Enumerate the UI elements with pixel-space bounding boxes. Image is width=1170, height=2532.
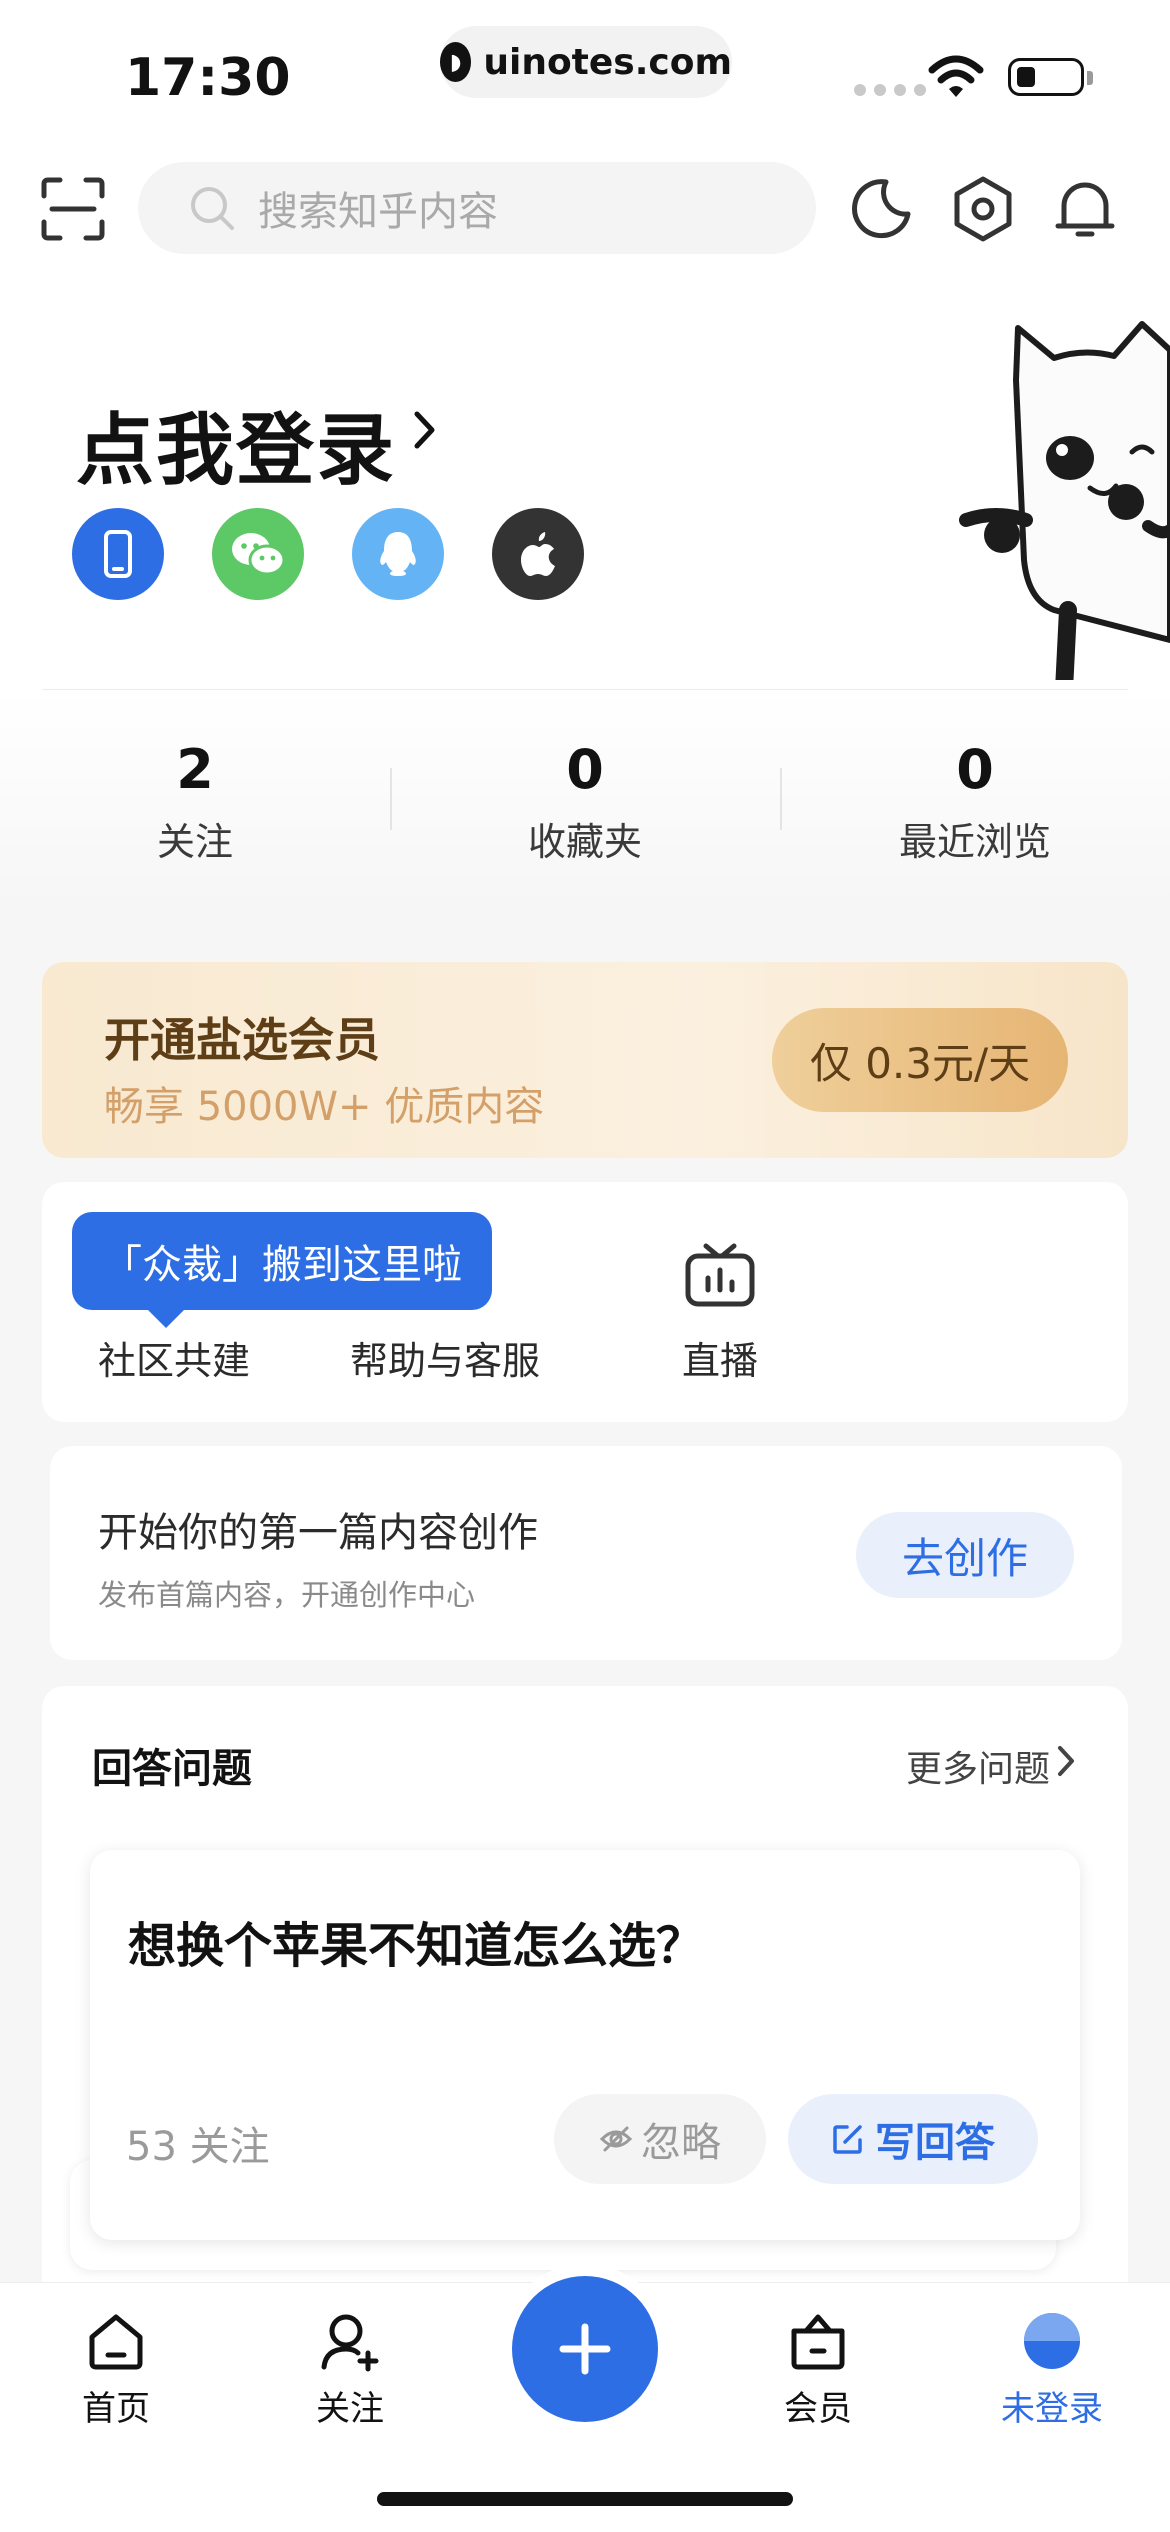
create-title: 开始你的第一篇内容创作 <box>98 1510 538 1556</box>
create-button[interactable]: 去创作 <box>856 1512 1074 1598</box>
create-subtitle: 发布首篇内容，开通创作中心 <box>98 1578 476 1612</box>
hexagon-settings-icon[interactable] <box>948 174 1018 244</box>
scan-icon[interactable] <box>40 176 106 242</box>
publish-fab-button[interactable] <box>512 2276 658 2422</box>
social-login-row <box>72 508 584 600</box>
nav-label: 首页 <box>82 2389 150 2429</box>
search-placeholder: 搜索知乎内容 <box>258 189 498 235</box>
avatar-icon <box>1024 2313 1080 2369</box>
mascot-illustration <box>959 321 1170 680</box>
home-indicator <box>377 2492 793 2506</box>
stat-following[interactable]: 2 关注 <box>75 738 315 866</box>
nav-follow[interactable]: 关注 <box>270 2309 430 2430</box>
login-title[interactable]: 点我登录 <box>76 388 396 500</box>
wechat-icon <box>232 533 286 576</box>
nav-home[interactable]: 首页 <box>36 2309 196 2430</box>
tooltip-tail <box>146 1308 186 1328</box>
home-icon <box>89 2314 143 2370</box>
nav-vip[interactable]: 会员 <box>738 2309 898 2430</box>
top-bar: 搜索知乎内容 <box>0 140 1170 280</box>
stat-value: 0 <box>956 738 994 801</box>
search-icon <box>191 187 234 230</box>
stat-value: 0 <box>566 738 604 801</box>
site-logo-icon: ◗ <box>440 42 472 82</box>
tool-community[interactable]: 社区共建 <box>98 1330 250 1385</box>
vip-banner[interactable]: 开通盐选会员 畅享 5000W+ 优质内容 仅 0.3元/天 <box>42 962 1128 1158</box>
eye-off-icon <box>599 2126 633 2152</box>
status-bar: 17:30 ◗ uinotes.com <box>0 0 1170 140</box>
stat-divider <box>390 768 392 830</box>
apple-login-button[interactable] <box>492 508 584 600</box>
stat-label: 收藏夹 <box>527 820 642 864</box>
ignore-button[interactable]: 忽略 <box>554 2094 766 2184</box>
nav-label: 关注 <box>316 2389 384 2429</box>
url-text: uinotes.com <box>483 41 732 83</box>
stat-value: 2 <box>176 738 214 801</box>
phone-icon <box>104 530 132 578</box>
qq-icon <box>380 532 416 576</box>
apple-icon <box>521 532 555 576</box>
tooltip-text: 「众裁」搬到这里啦 <box>102 1242 462 1288</box>
feature-tooltip[interactable]: 「众裁」搬到这里啦 <box>72 1212 492 1328</box>
more-questions-link[interactable]: 更多问题 <box>906 1740 1050 1792</box>
vip-title: 开通盐选会员 <box>104 1013 380 1067</box>
search-input[interactable]: 搜索知乎内容 <box>138 162 816 254</box>
signal-icon <box>854 84 926 96</box>
chevron-right-icon[interactable] <box>1056 1744 1076 1778</box>
write-answer-label: 写回答 <box>875 2120 995 2166</box>
question-card[interactable]: 想换个苹果不知道怎么选？ 53 关注 忽略 写回答 <box>90 1850 1080 2240</box>
question-title[interactable]: 想换个苹果不知道怎么选？ <box>128 1906 704 1976</box>
wechat-login-button[interactable] <box>212 508 304 600</box>
bell-icon[interactable] <box>1050 174 1120 244</box>
live-tv-icon[interactable] <box>684 1242 756 1308</box>
write-answer-button[interactable]: 写回答 <box>788 2094 1038 2184</box>
battery-icon <box>1008 58 1093 96</box>
nav-label: 会员 <box>784 2389 852 2429</box>
nav-label: 未登录 <box>1001 2389 1103 2429</box>
create-card: 开始你的第一篇内容创作 发布首篇内容，开通创作中心 去创作 <box>50 1446 1122 1660</box>
stat-label: 最近浏览 <box>898 820 1051 864</box>
stat-label: 关注 <box>156 820 233 864</box>
vip-subtitle: 畅享 5000W+ 优质内容 <box>104 1084 545 1130</box>
status-time: 17:30 <box>125 48 291 108</box>
stat-divider <box>780 768 782 830</box>
moon-icon[interactable] <box>846 174 916 244</box>
url-pill[interactable]: ◗ uinotes.com <box>440 26 732 98</box>
question-followers: 53 关注 <box>126 2124 270 2170</box>
stat-collections[interactable]: 0 收藏夹 <box>465 738 705 866</box>
phone-login-button[interactable] <box>72 508 164 600</box>
tool-help[interactable]: 帮助与客服 <box>350 1330 540 1385</box>
wifi-icon <box>928 55 984 97</box>
vip-bag-icon <box>791 2314 845 2370</box>
qq-login-button[interactable] <box>352 508 444 600</box>
plus-icon <box>559 2323 611 2375</box>
ignore-label: 忽略 <box>641 2120 721 2166</box>
nav-profile[interactable]: 未登录 <box>972 2309 1132 2430</box>
chevron-right-icon[interactable] <box>412 408 438 452</box>
edit-icon <box>833 2125 862 2154</box>
answer-section-title: 回答问题 <box>92 1746 252 1792</box>
stats-row: 2 关注 0 收藏夹 0 最近浏览 <box>0 690 1170 910</box>
tool-live[interactable]: 直播 <box>682 1330 758 1385</box>
vip-price-button[interactable]: 仅 0.3元/天 <box>772 1008 1068 1112</box>
login-header: 点我登录 <box>0 280 1170 691</box>
add-user-icon <box>321 2314 379 2372</box>
stat-recent[interactable]: 0 最近浏览 <box>855 738 1095 866</box>
